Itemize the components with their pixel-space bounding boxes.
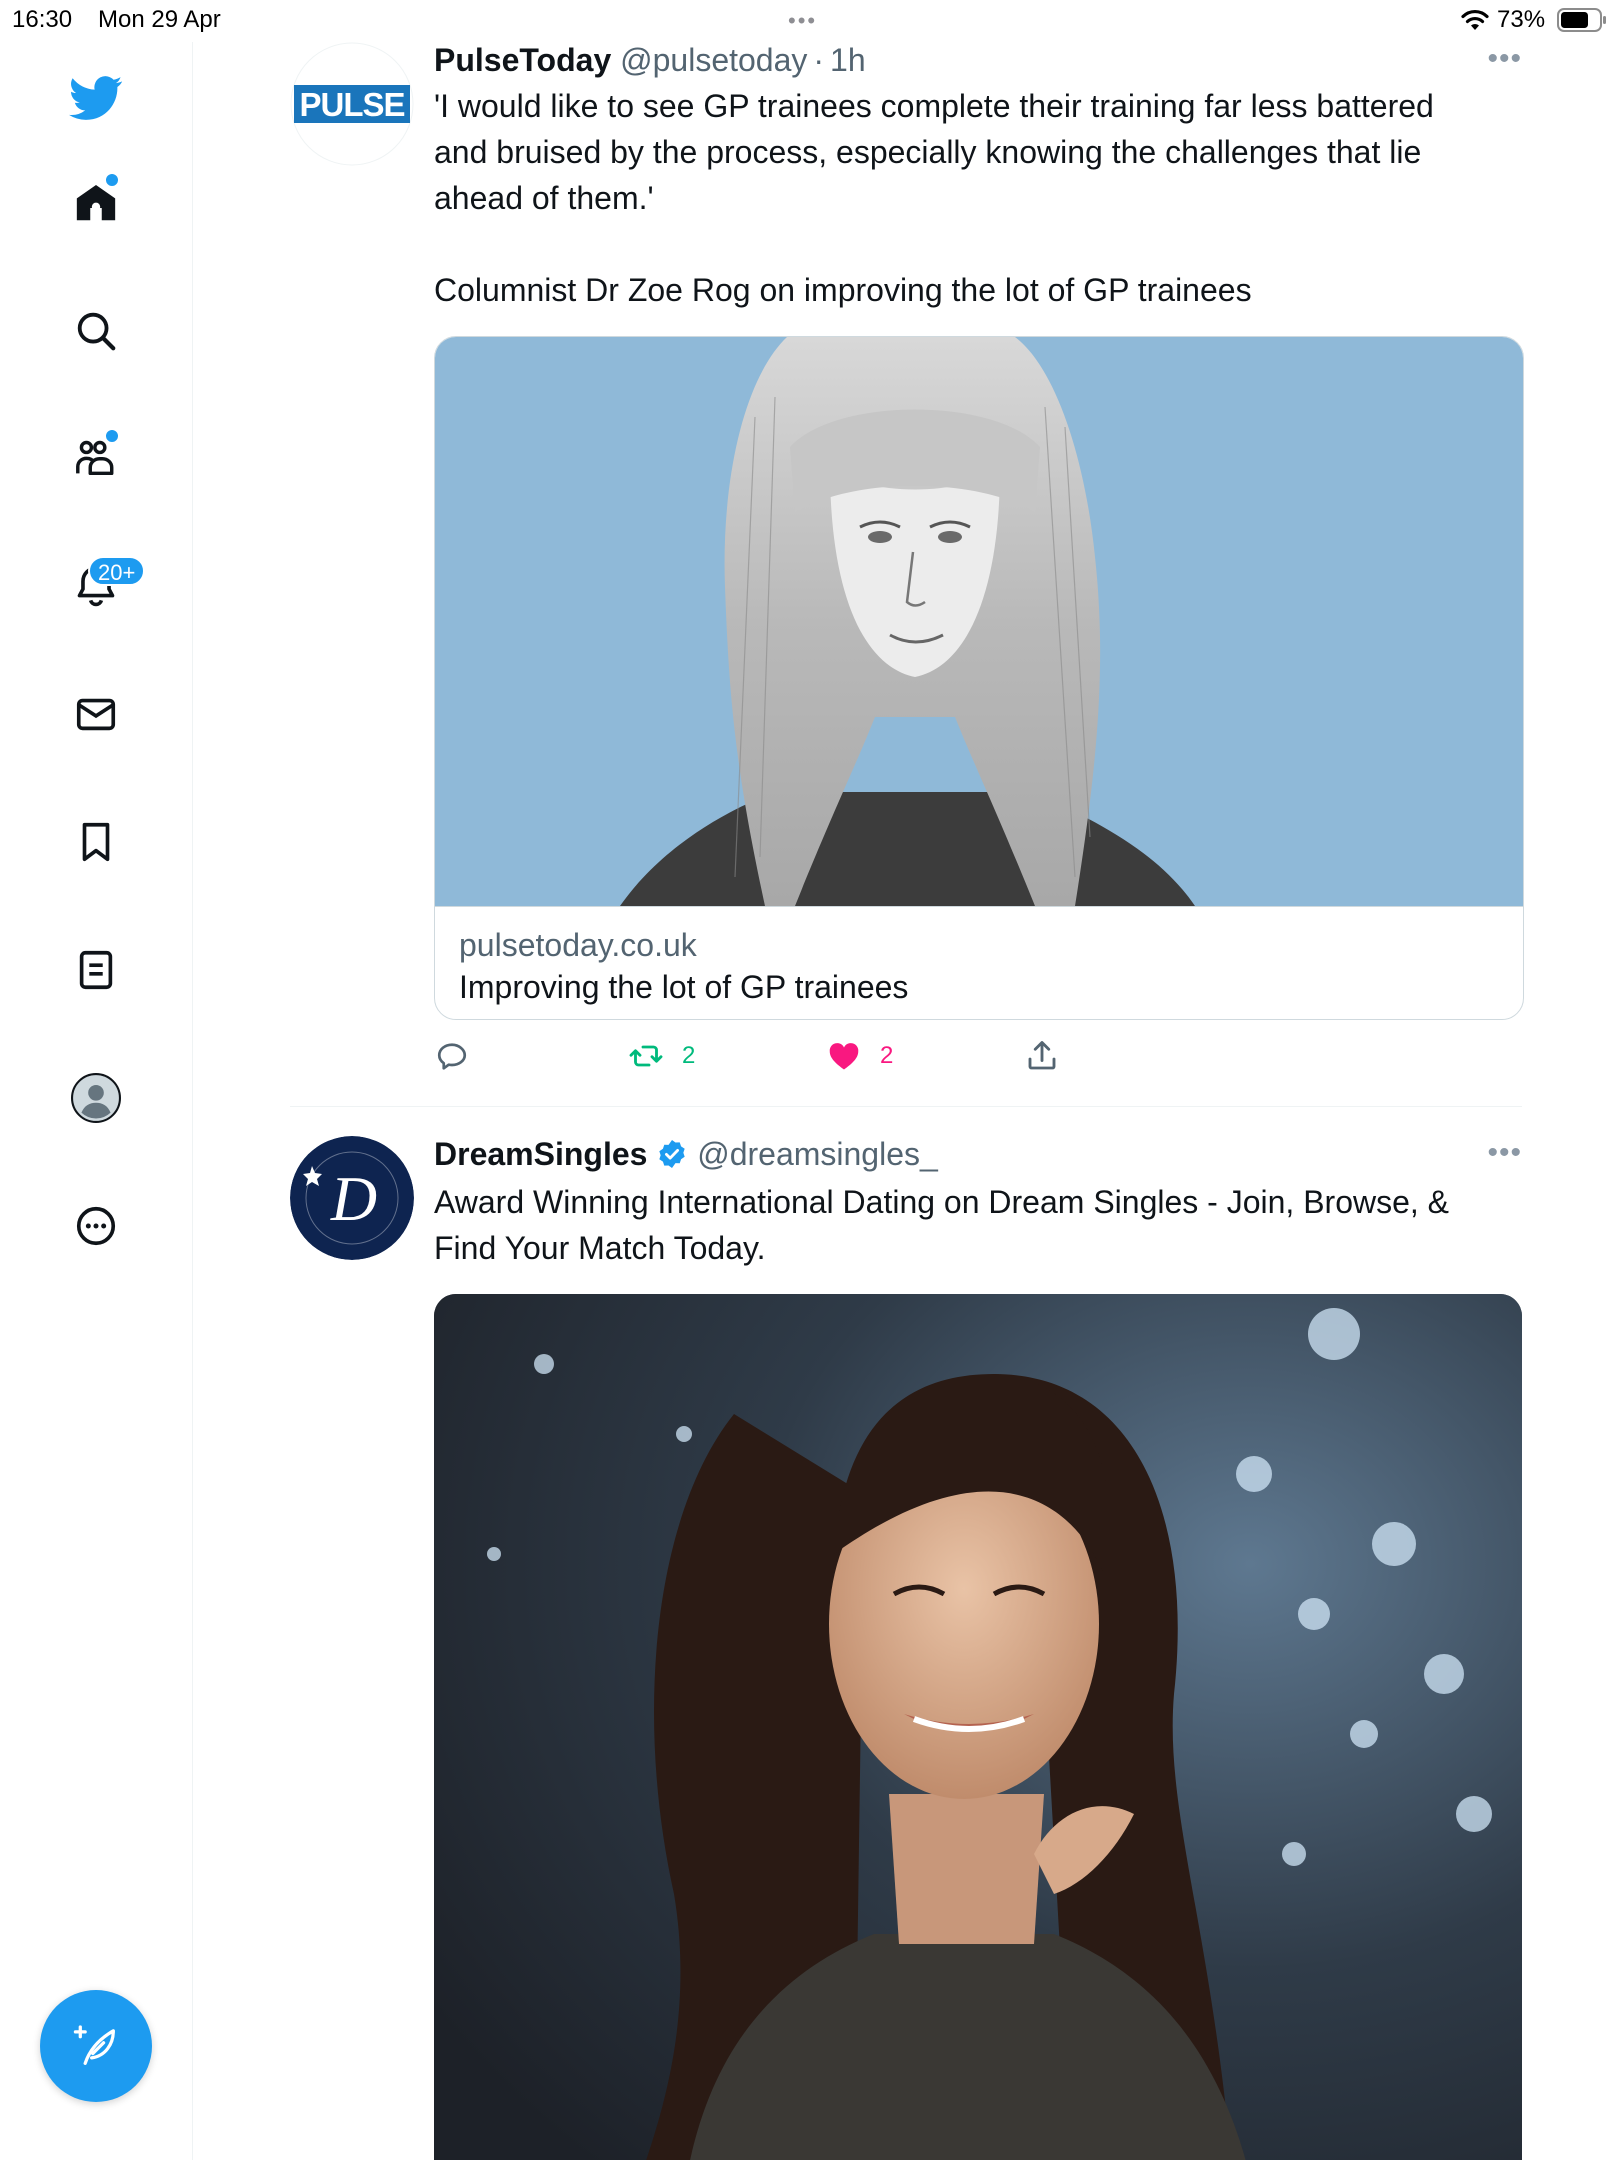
tweet-pulsetoday[interactable]: PULSE PulseToday @pulsetoday · 1h ••• 'I w…	[290, 42, 1524, 1106]
link-card[interactable]: pulsetoday.co.uk Improving the lot of GP…	[434, 336, 1524, 1020]
tweet-text: Award Winning International Dating on Dr…	[434, 1179, 1522, 1271]
home-unread-dot	[104, 172, 120, 188]
communities-unread-dot	[104, 428, 120, 444]
tweet-header: PulseToday @pulsetoday · 1h	[434, 42, 866, 82]
tweet-text-line: 'I would like to see GP trainees complet…	[434, 88, 1434, 124]
retweet-count: 2	[682, 1042, 696, 1069]
card-title: Improving the lot of GP trainees	[459, 969, 909, 1005]
tweet-more-button[interactable]: •••	[1487, 42, 1522, 76]
tweet-actions: 2 2	[434, 1038, 1522, 1078]
pulsetoday-avatar[interactable]: PULSE	[290, 42, 414, 166]
sidebar: 20+	[0, 42, 193, 2160]
author-handle[interactable]: @pulsetoday	[620, 42, 807, 78]
wifi-icon	[1461, 9, 1489, 30]
tweet-text-line: Award Winning International Dating on Dr…	[434, 1184, 1450, 1220]
card-domain: pulsetoday.co.uk	[459, 927, 697, 963]
compose-feather-icon	[73, 2025, 115, 2065]
share-button[interactable]	[1024, 1038, 1060, 1074]
tweet-text-line: Columnist Dr Zoe Rog on improving the lo…	[434, 272, 1252, 308]
tweet-header: DreamSingles @dreamsingles_	[434, 1136, 938, 1176]
multitask-dots[interactable]: •••	[788, 8, 817, 34]
pulse-logo-text: PULSE	[299, 86, 404, 123]
notifications-badge: 20+	[88, 556, 146, 586]
search-icon[interactable]	[66, 301, 126, 361]
author-handle[interactable]: @dreamsingles_	[697, 1136, 938, 1172]
bookmarks-icon[interactable]	[66, 812, 126, 872]
status-date: Mon 29 Apr	[98, 6, 221, 33]
author-name[interactable]: PulseToday	[434, 42, 611, 78]
tweet-time[interactable]: 1h	[830, 42, 866, 78]
tweet-dreamsingles[interactable]: D DreamSingles @dreamsingles_ ••• Award …	[290, 1136, 1522, 2160]
heart-filled-icon	[829, 1043, 859, 1070]
messages-icon[interactable]	[66, 684, 126, 744]
battery-icon	[1557, 8, 1606, 32]
tweet-text: 'I would like to see GP trainees complet…	[434, 83, 1522, 313]
tweet-text-line: Find Your Match Today.	[434, 1230, 766, 1266]
profile-avatar[interactable]	[66, 1068, 126, 1128]
dreamsingles-logo-letter: D	[330, 1163, 377, 1234]
dot-separator: ·	[813, 42, 825, 78]
tweet-text-line: and bruised by the process, especially k…	[434, 134, 1422, 170]
tweet-text-line: ahead of them.'	[434, 180, 654, 216]
more-icon[interactable]	[66, 1196, 126, 1256]
like-count: 2	[880, 1042, 894, 1069]
retweet-icon	[629, 1045, 663, 1067]
like-button[interactable]: 2	[826, 1038, 893, 1074]
status-bar: 16:30 Mon 29 Apr ••• 73%	[0, 0, 1620, 42]
lists-icon[interactable]	[66, 940, 126, 1000]
card-image	[435, 337, 1523, 906]
dreamsingles-avatar[interactable]: D	[290, 1136, 414, 1260]
tweet-more-button[interactable]: •••	[1487, 1136, 1522, 1170]
verified-badge-icon	[659, 1140, 685, 1168]
reply-button[interactable]	[434, 1038, 470, 1074]
status-time: 16:30	[12, 6, 73, 33]
tweet-divider	[290, 1106, 1522, 1107]
author-name[interactable]: DreamSingles	[434, 1136, 647, 1172]
twitter-logo-icon[interactable]	[66, 68, 126, 128]
share-icon	[1028, 1041, 1056, 1070]
promoted-media-image[interactable]	[434, 1294, 1522, 2160]
compose-tweet-button[interactable]	[40, 1990, 152, 2102]
reply-icon	[437, 1043, 467, 1070]
battery-percent: 73%	[1497, 6, 1546, 33]
retweet-button[interactable]: 2	[628, 1038, 695, 1074]
